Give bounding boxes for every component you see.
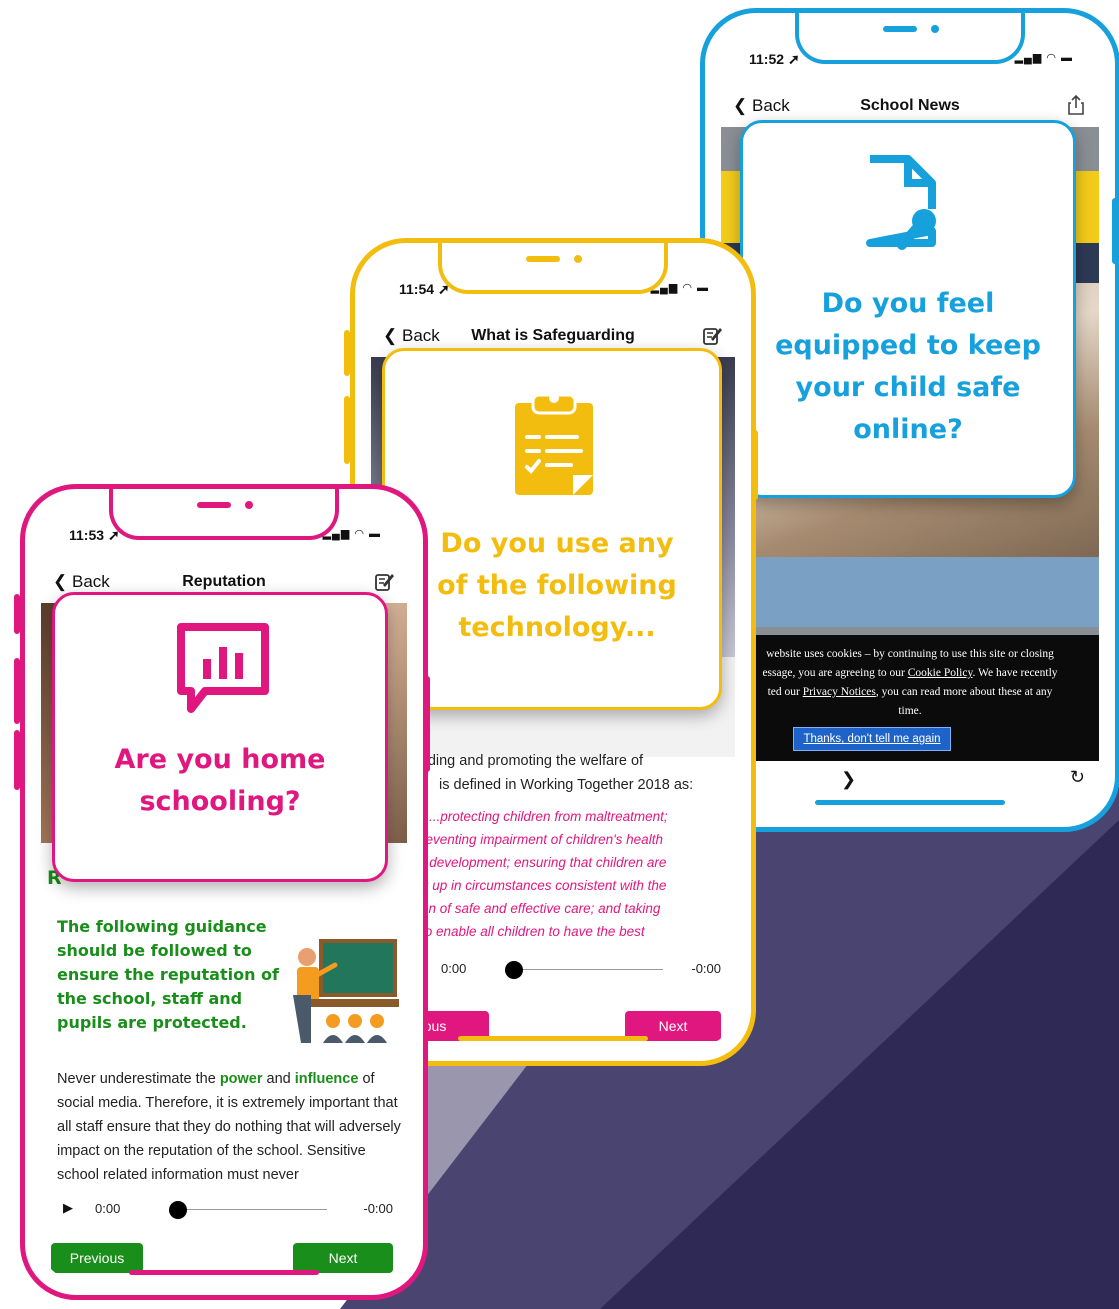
cookie-banner: website uses cookies – by continuing to … bbox=[721, 635, 1099, 761]
edit-notes-icon[interactable] bbox=[701, 324, 723, 346]
document-search-icon bbox=[866, 155, 936, 250]
intro-line: is defined in Working Together 2018 as: bbox=[439, 777, 694, 793]
clipboard-checklist-icon bbox=[515, 393, 593, 495]
privacy-notices-link[interactable]: Privacy Notices bbox=[803, 686, 876, 698]
notch bbox=[795, 13, 1025, 64]
side-button bbox=[14, 658, 20, 724]
quote-line: g up in circumstances consistent with th… bbox=[421, 878, 667, 893]
forward-icon[interactable]: ❯ bbox=[841, 769, 856, 790]
page-title: Reputation bbox=[182, 573, 266, 590]
photo-table bbox=[721, 557, 1099, 627]
intro-line: rding and promoting the welfare of bbox=[423, 753, 644, 769]
quote-line: on of safe and effective care; and takin… bbox=[421, 901, 661, 916]
cookie-policy-link[interactable]: Cookie Policy bbox=[908, 667, 973, 679]
bar-chart-speech-icon bbox=[177, 623, 269, 713]
side-button bbox=[344, 330, 350, 376]
side-button bbox=[344, 396, 350, 464]
browser-toolbar: ❯ ↻ bbox=[721, 761, 1099, 801]
cookie-dismiss-button[interactable]: Thanks, don't tell me again bbox=[793, 727, 951, 751]
side-button bbox=[752, 430, 758, 500]
audio-remaining: -0:00 bbox=[363, 1201, 393, 1216]
quote-line: ...protecting children from maltreatment… bbox=[429, 809, 668, 824]
refresh-icon[interactable]: ↻ bbox=[1070, 767, 1085, 788]
side-button bbox=[424, 676, 430, 772]
edit-notes-icon[interactable] bbox=[373, 570, 395, 592]
body-paragraph: Never underestimate the power and influe… bbox=[57, 1071, 401, 1183]
location-icon: ➚ bbox=[787, 51, 800, 67]
cookie-text-line: website uses cookies – by continuing to … bbox=[766, 648, 1054, 660]
cookie-text-line: essage, you are agreeing to our Cookie P… bbox=[762, 667, 1058, 679]
cookie-text-line: time. bbox=[898, 705, 922, 717]
audio-track[interactable] bbox=[181, 1209, 327, 1210]
notch bbox=[438, 243, 668, 294]
popup-question: Are you home schooling? bbox=[114, 744, 326, 817]
audio-player: ▶ 0:00 -0:00 bbox=[41, 1197, 407, 1223]
page-title: What is Safeguarding bbox=[471, 327, 635, 344]
status-time: 11:52 ➚ bbox=[749, 51, 800, 67]
side-button bbox=[1112, 198, 1118, 264]
quote-line: r development; ensuring that children ar… bbox=[421, 855, 667, 870]
popup-technology: Do you use any of the following technolo… bbox=[382, 348, 722, 710]
quote-line: to enable all children to have the best bbox=[421, 924, 645, 939]
notch bbox=[109, 489, 339, 540]
home-indicator bbox=[815, 800, 1005, 805]
teacher-blackboard-illustration bbox=[293, 939, 399, 1043]
popup-question: Do you use any of the following technolo… bbox=[437, 528, 677, 643]
audio-elapsed: 0:00 bbox=[95, 1201, 121, 1216]
side-button bbox=[14, 730, 20, 790]
popup-online-safety: Do you feel equipped to keep your child … bbox=[740, 120, 1076, 498]
play-icon[interactable]: ▶ bbox=[63, 1200, 73, 1216]
status-icons: ▂▄▆ ◠ ▬ bbox=[1014, 52, 1073, 64]
popup-home-schooling: Are you home schooling? bbox=[52, 592, 388, 882]
page-title: School News bbox=[860, 97, 960, 114]
intro-text: rding and promoting the welfare of is de… bbox=[423, 749, 693, 797]
side-button bbox=[14, 594, 20, 634]
popup-question: Do you feel equipped to keep your child … bbox=[775, 288, 1041, 445]
quote-line: reventing impairment of children's healt… bbox=[421, 832, 663, 847]
home-indicator bbox=[458, 1036, 648, 1041]
cookie-text-line: ted our Privacy Notices, you can read mo… bbox=[767, 686, 1053, 698]
audio-scrubber[interactable] bbox=[169, 1201, 187, 1219]
audio-remaining: -0:00 bbox=[691, 961, 721, 976]
share-icon[interactable] bbox=[1065, 94, 1087, 116]
audio-track[interactable] bbox=[517, 969, 663, 970]
audio-elapsed: 0:00 bbox=[441, 961, 467, 976]
previous-button[interactable]: Previous bbox=[51, 1243, 143, 1273]
audio-scrubber[interactable] bbox=[505, 961, 523, 979]
next-button[interactable]: Next bbox=[293, 1243, 393, 1273]
highlight-power: power bbox=[219, 1071, 263, 1087]
home-indicator bbox=[129, 1270, 319, 1275]
highlight-influence: influence bbox=[294, 1071, 359, 1087]
status-time: 11:53 ➚ bbox=[69, 527, 120, 543]
status-time: 11:54 ➚ bbox=[399, 281, 450, 297]
safeguarding-definition-quote: ...protecting children from maltreatment… bbox=[421, 805, 668, 943]
guidance-heading: The following guidance should be followe… bbox=[57, 917, 279, 1032]
